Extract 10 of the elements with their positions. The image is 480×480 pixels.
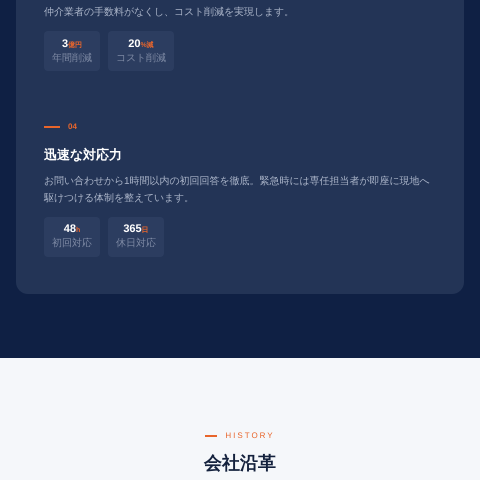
stat-label: 初回対応	[52, 239, 92, 249]
feature-title: 迅速な対応力	[44, 146, 123, 164]
feature-description: お問い合わせから1時間以内の初回回答を徹底。緊急時には専任担当者が即座に現地へ駆けつける体制を整えています。	[44, 174, 431, 206]
stat-label: 年間削減	[52, 54, 92, 64]
feature-description: 仲介業者の手数料がなくし、コスト削減を実現します。	[44, 6, 295, 20]
section-title: 会社沿革	[204, 452, 276, 475]
stat-label: 休日対応	[116, 239, 156, 249]
feature-number: 04	[68, 121, 77, 133]
section-eyebrow: HISTORY	[225, 430, 275, 442]
stat-label: コスト削減	[116, 54, 166, 64]
